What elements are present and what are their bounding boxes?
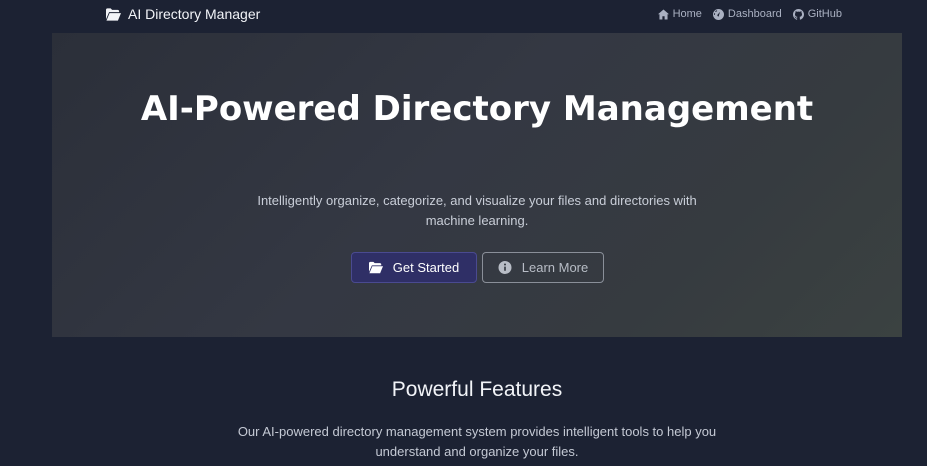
features-description: Our AI-powered directory management syst… — [237, 424, 717, 459]
github-icon — [792, 8, 804, 20]
folder-open-icon — [106, 7, 121, 21]
nav-link-dashboard[interactable]: Dashboard — [712, 8, 782, 20]
nav-link-label: GitHub — [807, 8, 842, 20]
hero-subtitle: Intelligently organize, categorize, and … — [257, 193, 697, 228]
dashboard-icon — [712, 8, 724, 20]
brand-link[interactable]: AI Directory Manager — [106, 6, 260, 22]
nav-link-github[interactable]: GitHub — [792, 8, 842, 20]
nav-link-label: Home — [672, 8, 702, 20]
nav-links: Home Dashboard GitHub — [657, 8, 842, 20]
features-title: Powerful Features — [391, 378, 563, 401]
navbar: AI Directory Manager Home Dashboard GitH… — [0, 0, 927, 32]
get-started-button[interactable]: Get Started — [351, 252, 477, 283]
learn-more-button[interactable]: Learn More — [482, 252, 604, 283]
learn-more-label: Learn More — [521, 260, 589, 275]
folder-open-icon — [368, 261, 383, 274]
nav-link-label: Dashboard — [727, 8, 782, 20]
hero-title: AI-Powered Directory Management — [140, 89, 814, 129]
home-icon — [657, 8, 669, 20]
get-started-label: Get Started — [392, 260, 460, 275]
nav-link-home[interactable]: Home — [657, 8, 702, 20]
hero-section: AI-Powered Directory Management Intellig… — [52, 33, 902, 337]
info-circle-icon — [498, 261, 512, 274]
brand-label: AI Directory Manager — [128, 6, 261, 22]
